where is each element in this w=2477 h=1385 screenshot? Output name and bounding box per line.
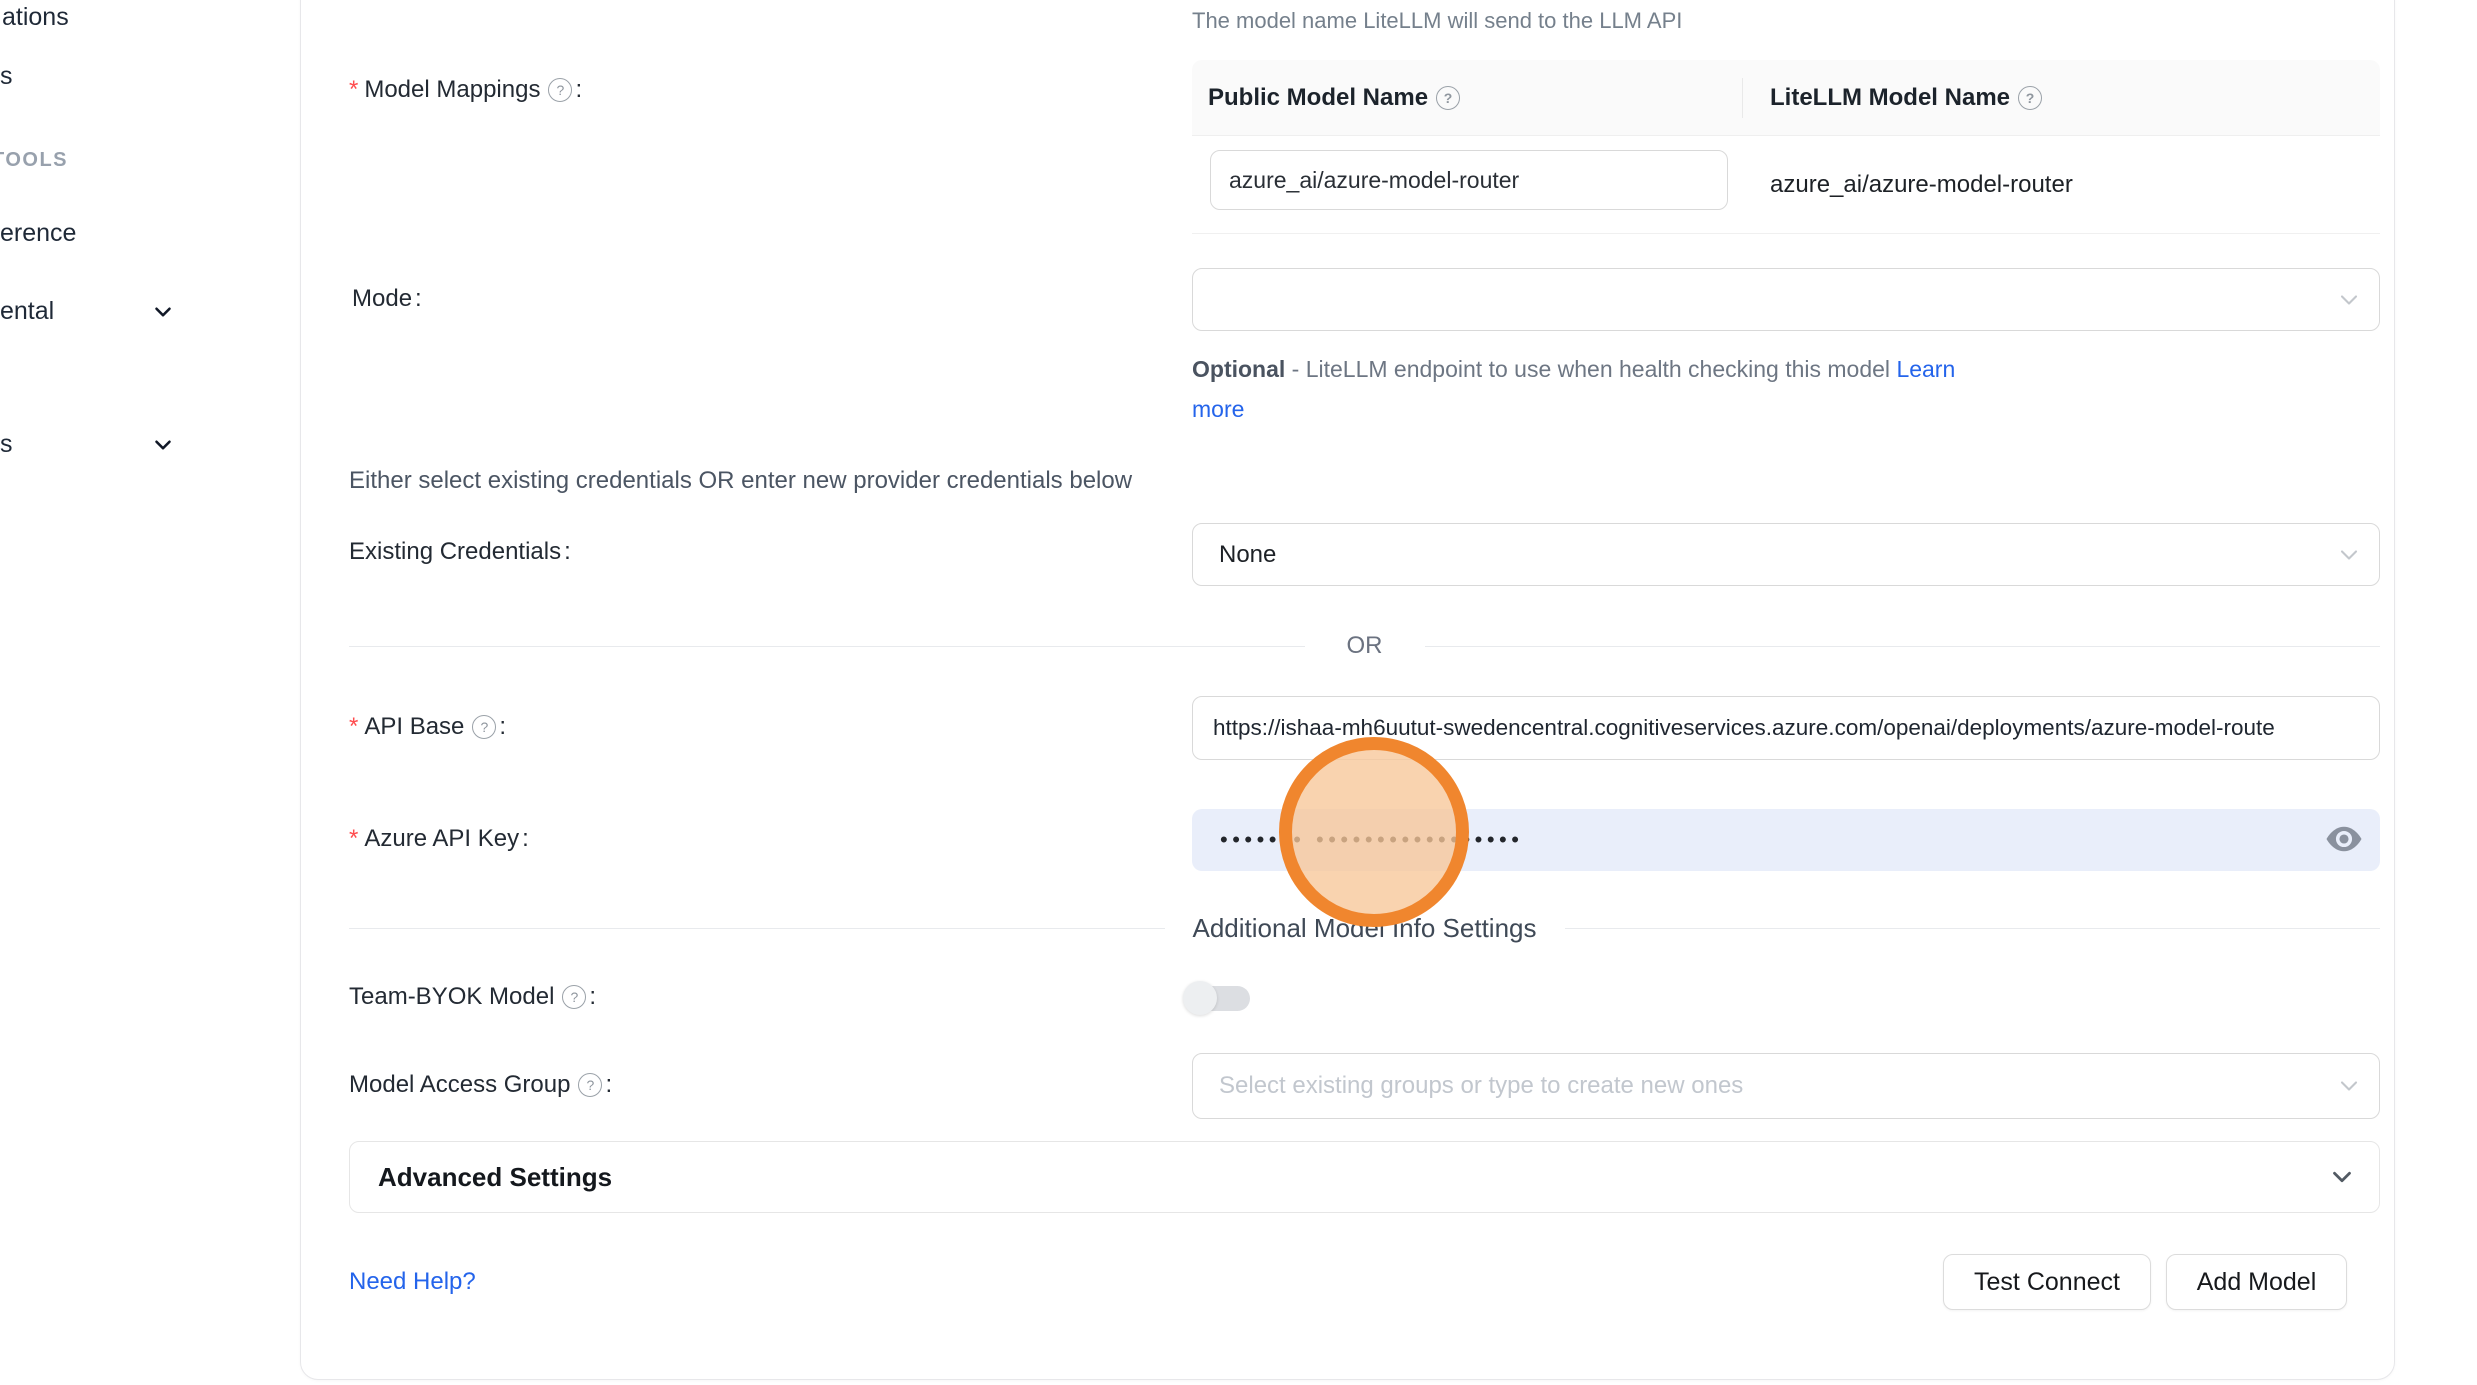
public-model-name-input[interactable] <box>1211 151 1727 209</box>
required-asterisk: * <box>349 76 358 104</box>
sidebar-item-ental[interactable]: ental <box>0 297 54 326</box>
chevron-down-icon <box>2327 1162 2357 1192</box>
help-icon[interactable]: ? <box>548 78 572 102</box>
model-access-group-select[interactable] <box>1192 1053 2380 1119</box>
model-access-group-label: Model Access Group ? : <box>349 1071 612 1099</box>
mode-label: Mode : <box>352 285 422 313</box>
team-byok-toggle[interactable] <box>1183 981 1250 1015</box>
additional-settings-divider-text: Additional Model Info Settings <box>1193 913 1537 944</box>
api-base-input[interactable] <box>1193 697 2379 759</box>
or-divider-text: OR <box>1347 632 1383 660</box>
sidebar-item-erence[interactable]: erence <box>0 219 76 248</box>
need-help-link[interactable]: Need Help? <box>349 1268 476 1296</box>
model-mappings-table: Public Model Name ? LiteLLM Model Name ?… <box>1192 60 2380 234</box>
azure-api-key-field[interactable]: ••••••• ••••••••••••••••• <box>1192 809 2380 871</box>
additional-settings-divider: Additional Model Info Settings <box>349 908 2380 948</box>
api-base-field <box>1192 696 2380 760</box>
help-icon[interactable]: ? <box>472 715 496 739</box>
litellm-model-name-value: azure_ai/azure-model-router <box>1770 136 2073 233</box>
required-asterisk: * <box>349 713 358 741</box>
existing-credentials-value: None <box>1219 524 1276 585</box>
existing-credentials-select[interactable]: None <box>1192 523 2380 586</box>
mode-select[interactable] <box>1192 268 2380 331</box>
sidebar-item-s[interactable]: s <box>0 62 13 91</box>
team-byok-label: Team-BYOK Model ? : <box>349 983 596 1011</box>
sidebar-item-ations[interactable]: ations <box>2 3 69 32</box>
mappings-table-header: Public Model Name ? LiteLLM Model Name ? <box>1192 60 2380 136</box>
help-icon[interactable]: ? <box>578 1073 602 1097</box>
or-divider: OR <box>349 629 2380 663</box>
masked-api-key-value: ••••••• ••••••••••••••••• <box>1220 809 1523 871</box>
model-access-group-input[interactable] <box>1193 1054 2379 1118</box>
required-asterisk: * <box>349 825 358 853</box>
existing-credentials-label: Existing Credentials : <box>349 538 571 566</box>
api-base-label: * API Base ? : <box>349 713 506 741</box>
azure-api-key-label: * Azure API Key : <box>349 825 529 853</box>
learn-more-link[interactable]: Learn <box>1896 356 1955 382</box>
help-icon[interactable]: ? <box>1436 86 1460 110</box>
chevron-down-icon[interactable] <box>150 299 176 325</box>
mappings-table-row: azure_ai/azure-model-router <box>1192 136 2380 234</box>
litellm-model-name-header: LiteLLM Model Name ? <box>1742 84 2042 112</box>
help-icon[interactable]: ? <box>2018 86 2042 110</box>
advanced-settings-panel[interactable]: Advanced Settings <box>349 1141 2380 1213</box>
chevron-down-icon <box>2335 541 2363 569</box>
add-model-button[interactable]: Add Model <box>2166 1254 2347 1310</box>
sidebar-item-s2[interactable]: s <box>0 430 13 459</box>
test-connect-button[interactable]: Test Connect <box>1943 1254 2151 1310</box>
help-icon[interactable]: ? <box>562 985 586 1009</box>
eye-icon[interactable] <box>2323 818 2365 860</box>
public-model-name-field <box>1210 150 1728 210</box>
mode-select-input[interactable] <box>1193 269 2379 330</box>
sidebar-section-tools: TOOLS <box>0 149 68 172</box>
learn-more-link[interactable]: more <box>1192 396 1244 422</box>
public-model-name-header: Public Model Name ? <box>1192 84 1742 112</box>
add-model-page: ations s TOOLS erence ental s The model … <box>0 0 2477 1385</box>
model-mappings-label: * Model Mappings ? : <box>349 76 582 104</box>
advanced-settings-title: Advanced Settings <box>378 1162 612 1193</box>
column-divider <box>1742 78 1743 118</box>
chevron-down-icon[interactable] <box>150 432 176 458</box>
toggle-knob <box>1183 981 1217 1015</box>
model-name-hint: The model name LiteLLM will send to the … <box>1192 8 1682 34</box>
credentials-note: Either select existing credentials OR en… <box>349 467 1132 495</box>
mode-hint: Optional - LiteLLM endpoint to use when … <box>1192 349 1955 429</box>
sidebar: ations s TOOLS erence ental s <box>0 0 300 1385</box>
